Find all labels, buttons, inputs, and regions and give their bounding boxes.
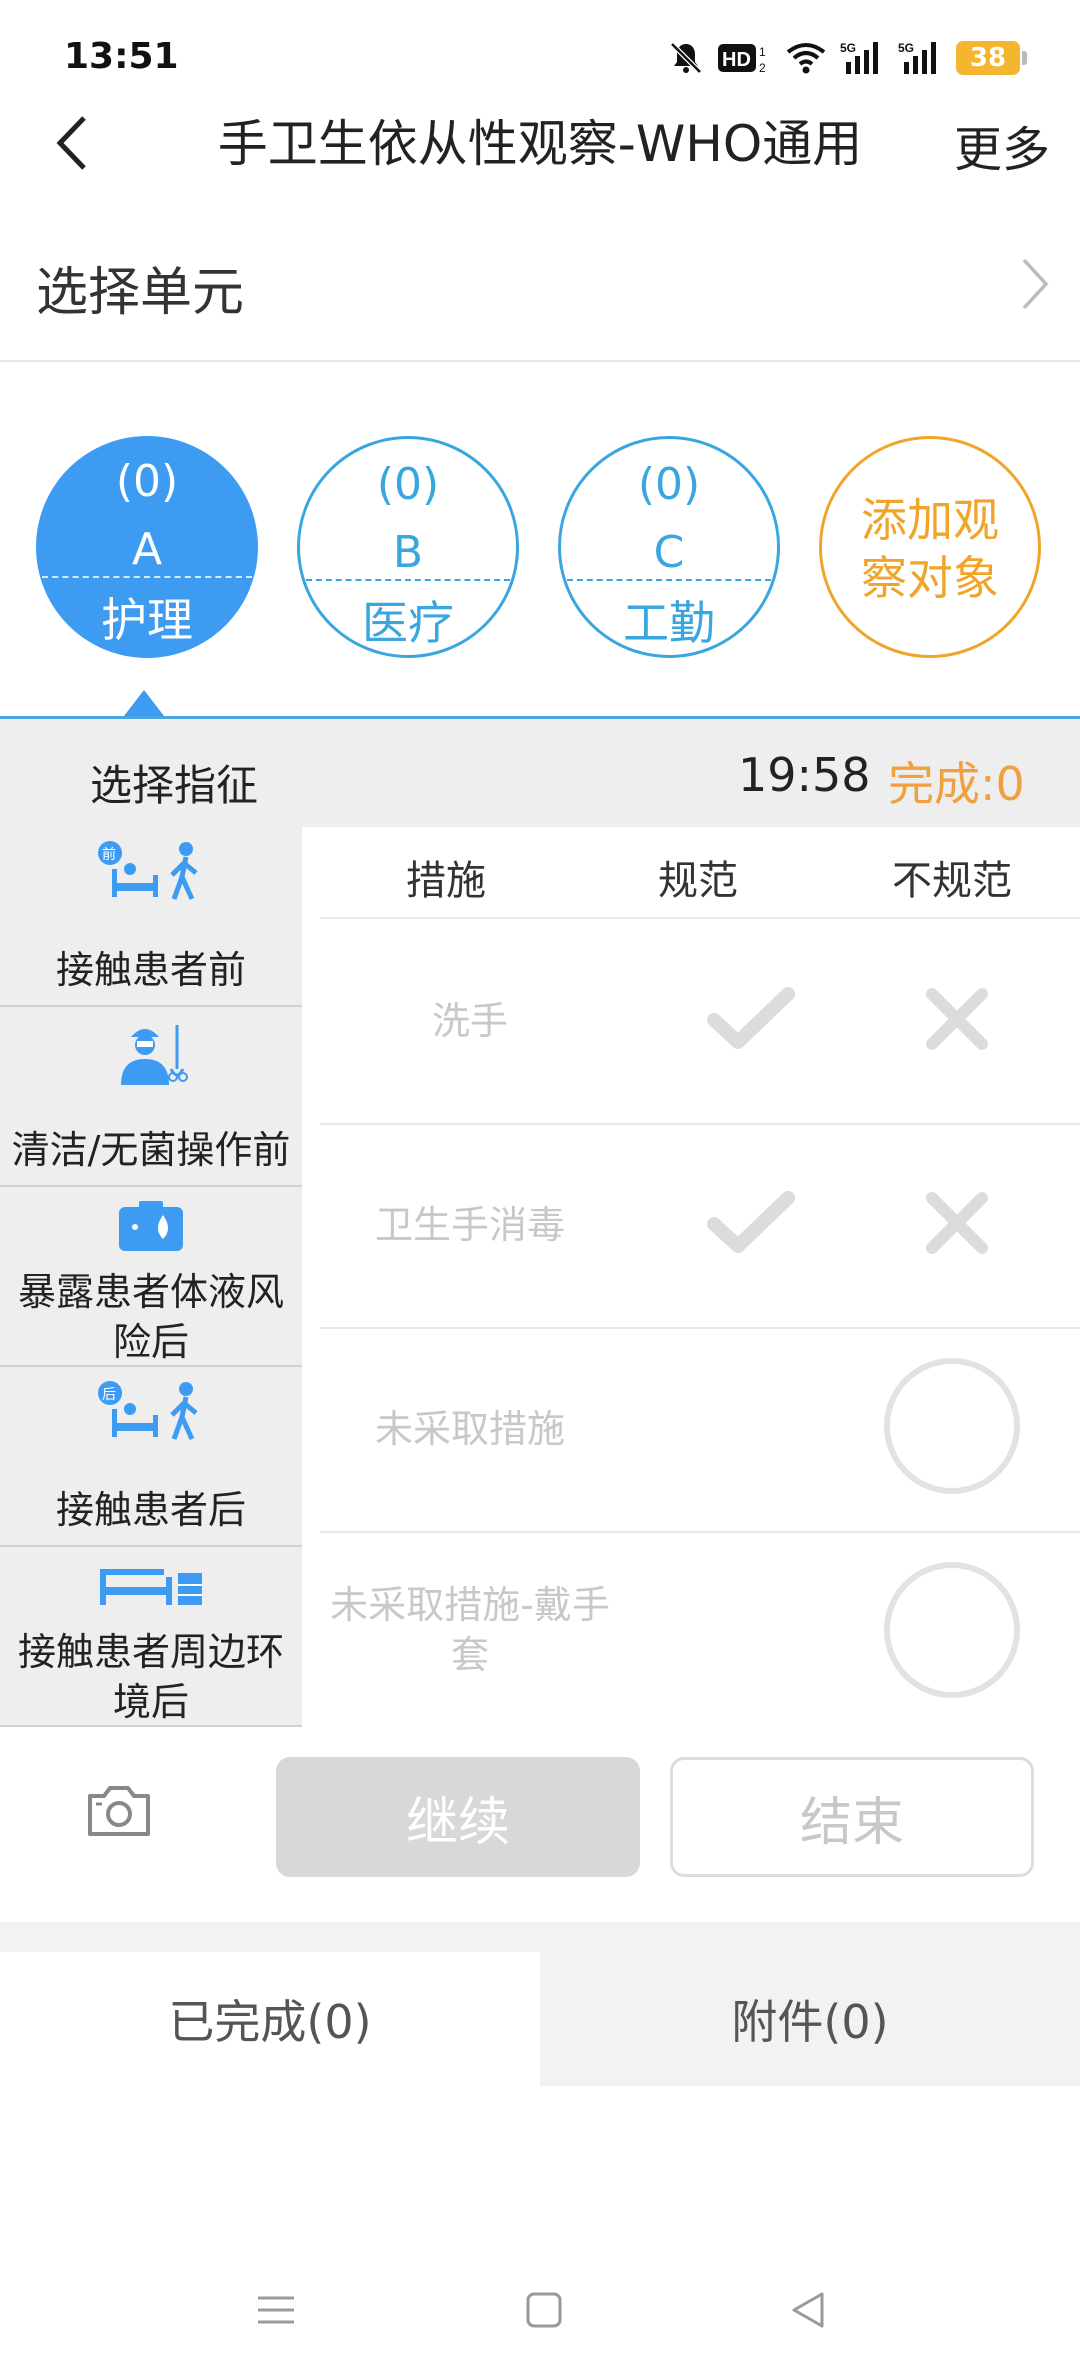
subject-c-button[interactable]: (0) C 工勤: [558, 436, 780, 658]
svg-text:5G: 5G: [898, 41, 914, 55]
subject-a-button[interactable]: (0) A 护理: [36, 436, 258, 658]
subject-divider: [567, 579, 771, 581]
svg-text:HD: HD: [722, 49, 751, 71]
indication-label: 清洁/无菌操作前: [11, 1128, 291, 1172]
subject-count: (0): [376, 459, 440, 510]
wifi-icon: [786, 43, 826, 74]
column-measure: 措施: [406, 858, 486, 904]
more-button[interactable]: 更多: [954, 110, 1050, 180]
svg-text:2: 2: [759, 61, 766, 75]
home-icon[interactable]: [524, 2290, 564, 2330]
measure-label: 洗手: [431, 999, 508, 1043]
add-subject-label: 添加观察对象: [861, 493, 999, 605]
aseptic-procedure-icon: [121, 1025, 188, 1085]
subject-role: 工勤: [623, 596, 715, 650]
battery-icon: 38: [956, 41, 1027, 75]
hd-icon: HD 1 2: [718, 44, 766, 75]
indication-item[interactable]: 暴露患者体液风险后: [0, 1187, 302, 1367]
body-fluid-icon: [119, 1201, 183, 1251]
indication-title: 选择指征: [90, 761, 259, 810]
measure-label: 卫生手消毒: [374, 1203, 565, 1247]
before-patient-icon: 前: [98, 841, 198, 901]
subject-letter: A: [131, 524, 163, 575]
page-title: 手卫生依从性观察-WHO通用: [217, 115, 863, 173]
after-patient-icon: 后: [98, 1381, 198, 1441]
signal-5g-icon: 5G: [898, 41, 936, 74]
subject-divider: [306, 579, 510, 581]
subject-letter: C: [653, 527, 685, 578]
subject-divider: [42, 576, 252, 578]
indication-list: 前 接触患者前 清洁/无菌操作前 暴露患者体液风险后 后 接触患者后 接触患者周…: [0, 827, 302, 1727]
radio-circle[interactable]: [884, 1562, 1020, 1698]
check-icon[interactable]: [706, 1188, 796, 1258]
subject-role: 护理: [101, 593, 193, 647]
subject-count: (0): [115, 456, 179, 507]
mute-bell-icon: [670, 42, 702, 74]
subject-count: (0): [637, 459, 701, 510]
indication-item[interactable]: 接触患者周边环境后: [0, 1547, 302, 1727]
tab-attachments[interactable]: 附件(0): [540, 1952, 1080, 2086]
subject-role: 医疗: [362, 596, 454, 650]
cross-icon[interactable]: [924, 986, 990, 1052]
measure-label: 未采取措施: [374, 1407, 565, 1451]
svg-text:1: 1: [759, 45, 766, 59]
subject-letter: B: [392, 527, 424, 578]
selected-pointer: [124, 690, 164, 716]
subject-b-button[interactable]: (0) B 医疗: [297, 436, 519, 658]
svg-text:后: 后: [102, 1387, 116, 1403]
chevron-right-icon: [1022, 258, 1049, 310]
indication-item[interactable]: 清洁/无菌操作前: [0, 1007, 302, 1187]
column-noncompliant: 不规范: [892, 858, 1012, 904]
signal-5g-icon: 5G: [840, 41, 878, 74]
tab-completed[interactable]: 已完成(0): [0, 1952, 540, 2086]
separator: [0, 1922, 1080, 1952]
svg-text:前: 前: [102, 846, 116, 863]
end-button[interactable]: 结束: [670, 1757, 1034, 1877]
measure-label: 未采取措施-戴手套: [330, 1583, 610, 1677]
indication-label: 接触患者后: [55, 1488, 246, 1532]
column-compliant: 规范: [658, 858, 738, 904]
camera-icon[interactable]: [84, 1780, 154, 1840]
indication-label: 接触患者前: [55, 948, 246, 992]
indication-label: 暴露患者体液风险后: [17, 1270, 284, 1364]
add-subject-button[interactable]: 添加观察对象: [819, 436, 1041, 658]
back-nav-icon[interactable]: [788, 2290, 828, 2330]
chevron-left-icon: [56, 116, 86, 170]
indication-label: 接触患者周边环境后: [17, 1630, 284, 1724]
continue-button[interactable]: 继续: [276, 1757, 640, 1877]
status-icons: HD 1 2 5G 5G 38: [668, 36, 1027, 80]
patient-surroundings-icon: [100, 1569, 202, 1605]
cross-icon[interactable]: [924, 1190, 990, 1256]
radio-circle[interactable]: [884, 1358, 1020, 1494]
svg-text:5G: 5G: [840, 41, 856, 55]
status-time: 13:51: [64, 36, 179, 77]
timer: 19:58: [738, 748, 871, 802]
indication-item[interactable]: 前 接触患者前: [0, 827, 302, 1007]
select-unit-label: 选择单元: [36, 263, 245, 323]
menu-icon[interactable]: [256, 2290, 296, 2330]
done-count: 完成:0: [888, 757, 1025, 811]
back-button[interactable]: [46, 108, 106, 178]
check-icon[interactable]: [706, 984, 796, 1054]
indication-item[interactable]: 后 接触患者后: [0, 1367, 302, 1547]
